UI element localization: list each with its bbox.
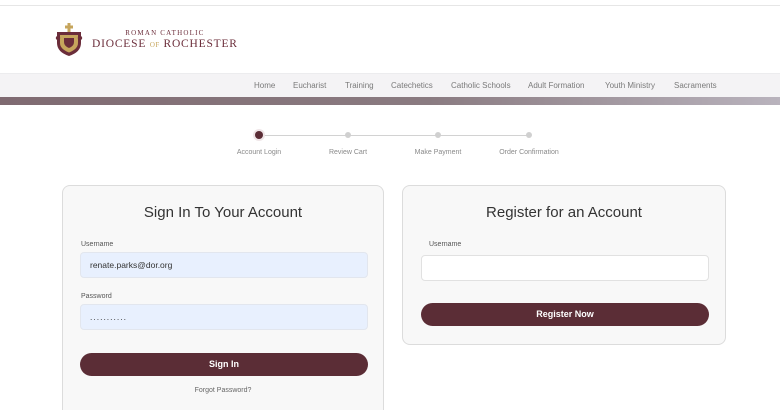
signin-card: Sign In To Your Account Username Passwor… bbox=[62, 185, 384, 410]
step-label-review-cart: Review Cart bbox=[328, 149, 368, 156]
nav-item-catechetics[interactable]: Catechetics bbox=[391, 81, 433, 90]
step-connector bbox=[438, 135, 529, 136]
step-dot-review-cart bbox=[345, 132, 351, 138]
nav-item-sacraments[interactable]: Sacraments bbox=[674, 81, 717, 90]
nav-item-catholic-schools[interactable]: Catholic Schools bbox=[451, 81, 511, 90]
signin-username-input[interactable] bbox=[80, 252, 368, 278]
nav-item-adult-formation[interactable]: Adult Formation bbox=[528, 81, 584, 90]
brand-diocese: DIOCESE bbox=[92, 37, 147, 50]
step-connector bbox=[350, 135, 438, 136]
brand-line-2: DIOCESE OF ROCHESTER bbox=[92, 38, 238, 51]
step-connector bbox=[262, 135, 350, 136]
checkout-stepper: Account Login Review Cart Make Payment O… bbox=[0, 128, 780, 168]
signin-title: Sign In To Your Account bbox=[143, 204, 303, 221]
step-label-account-login: Account Login bbox=[236, 149, 282, 156]
nav-item-training[interactable]: Training bbox=[345, 81, 374, 90]
step-label-make-payment: Make Payment bbox=[414, 149, 462, 156]
nav-item-home[interactable]: Home bbox=[254, 81, 275, 90]
step-dot-order-confirmation bbox=[526, 132, 532, 138]
brand-line-1: ROMAN CATHOLIC bbox=[125, 28, 205, 37]
signin-password-label: Password bbox=[81, 293, 112, 300]
register-now-button[interactable]: Register Now bbox=[421, 303, 709, 326]
main-nav: Home Eucharist Training Catechetics Cath… bbox=[0, 73, 780, 97]
signin-password-input[interactable] bbox=[80, 304, 368, 330]
step-label-order-confirmation: Order Confirmation bbox=[499, 149, 559, 156]
register-username-input[interactable] bbox=[421, 255, 709, 281]
step-dot-make-payment bbox=[435, 132, 441, 138]
register-title: Register for an Account bbox=[486, 204, 642, 221]
diocese-logo[interactable]: ROMAN CATHOLIC DIOCESE OF ROCHESTER bbox=[54, 23, 238, 57]
register-username-label: Username bbox=[429, 241, 462, 248]
brand-rochester: ROCHESTER bbox=[163, 37, 238, 50]
forgot-password-link[interactable]: Forgot Password? bbox=[63, 387, 383, 394]
diocese-crest-icon bbox=[55, 23, 83, 56]
top-divider bbox=[0, 5, 780, 6]
signin-button[interactable]: Sign In bbox=[80, 353, 368, 376]
nav-item-youth-ministry[interactable]: Youth Ministry bbox=[605, 81, 655, 90]
step-dot-account-login bbox=[255, 131, 263, 139]
nav-item-eucharist[interactable]: Eucharist bbox=[293, 81, 326, 90]
signin-username-label: Username bbox=[81, 241, 114, 248]
register-card: Register for an Account Username Registe… bbox=[402, 185, 726, 345]
nav-accent-bar bbox=[0, 97, 780, 105]
brand-of: OF bbox=[149, 40, 160, 49]
